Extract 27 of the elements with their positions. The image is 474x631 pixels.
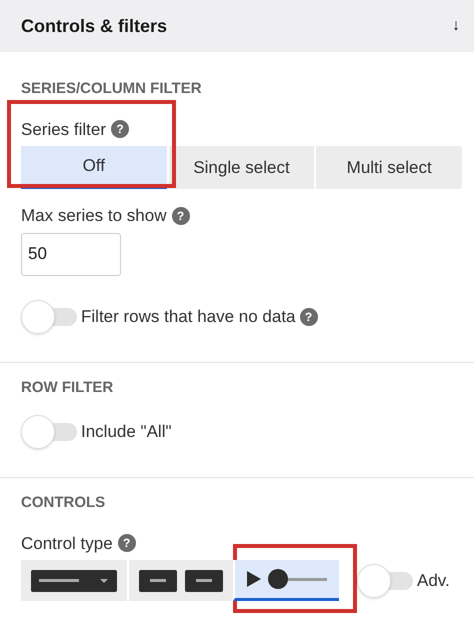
section-heading: CONTROLS	[21, 493, 106, 513]
segment-option[interactable]: Off	[21, 146, 167, 189]
help-icon[interactable]: ?	[111, 120, 130, 138]
section-heading: SERIES/COLUMN FILTER	[21, 79, 203, 99]
panel-header[interactable]: Controls & filters ↓	[0, 0, 474, 52]
buttons-icon	[139, 570, 223, 592]
field-label: Series filter	[21, 118, 106, 140]
control-type-option[interactable]	[233, 560, 339, 601]
segment-option[interactable]: Multi select	[314, 146, 462, 189]
number-input[interactable]: 50	[21, 232, 121, 276]
dropdown-icon	[31, 570, 117, 592]
slider-icon	[247, 568, 327, 590]
segment-option[interactable]: Single select	[166, 146, 314, 189]
help-icon[interactable]: ?	[300, 308, 318, 326]
help-icon[interactable]: ?	[118, 534, 136, 552]
panel-title: Controls & filters	[21, 14, 168, 38]
switch-label: Adv.	[417, 570, 450, 592]
switch-label: Include "All"	[81, 421, 172, 444]
toggle-switch[interactable]	[357, 564, 413, 598]
section-heading: ROW FILTER	[21, 378, 114, 398]
help-icon[interactable]: ?	[172, 206, 190, 225]
collapse-arrow[interactable]: ↓	[452, 14, 460, 38]
toggle-switch[interactable]	[21, 300, 77, 334]
toggle-switch[interactable]	[21, 415, 77, 449]
field-label: Max series to show	[21, 205, 166, 227]
switch-label: Filter rows that have no data	[81, 306, 296, 328]
field-label: Control type	[21, 532, 113, 554]
